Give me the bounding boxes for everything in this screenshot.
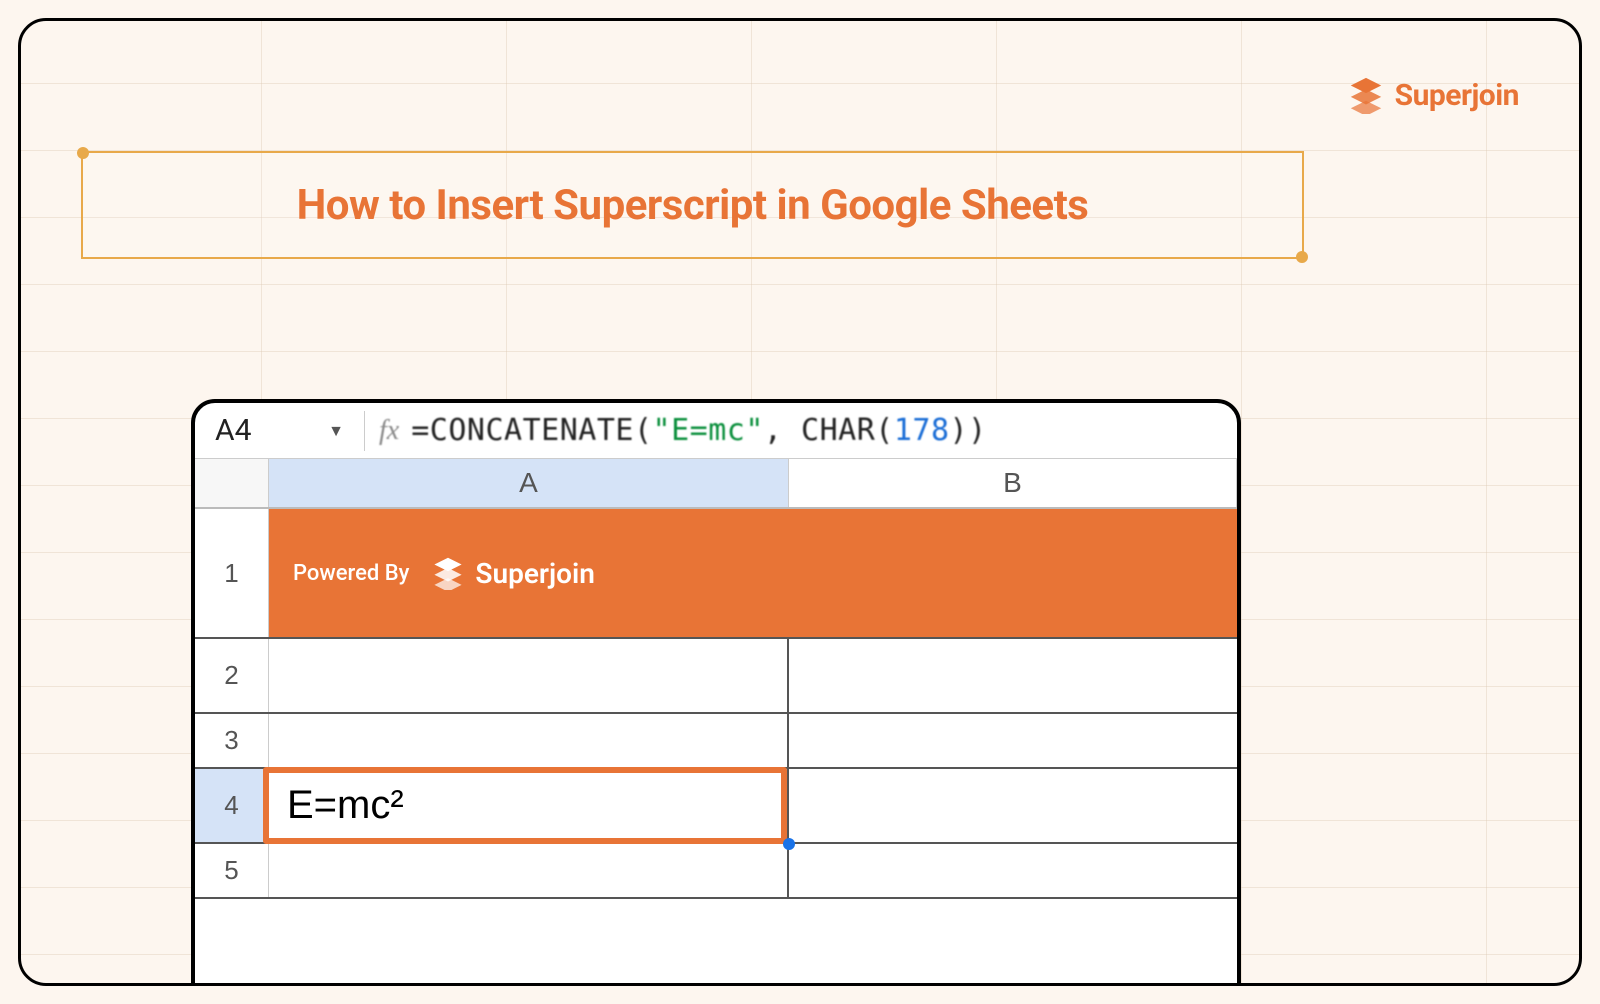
brand-logo: Superjoin: [1347, 76, 1519, 114]
banner-brand-name: Superjoin: [475, 557, 595, 590]
cell-b5[interactable]: [789, 844, 1237, 897]
formula-bar-row: A4 ▼ fx =CONCATENATE("E=mc", CHAR(178)): [195, 403, 1237, 459]
cell-a4-value: E=mc²: [287, 783, 404, 828]
row-header-2[interactable]: 2: [195, 639, 269, 712]
formula-close: ): [968, 413, 987, 448]
formula-open: (: [634, 413, 653, 448]
cell-a3[interactable]: [269, 714, 789, 767]
formula-fn: CONCATENATE: [430, 413, 634, 448]
name-box-value: A4: [215, 413, 251, 448]
cell-a1[interactable]: Powered By Superjoin: [269, 509, 789, 637]
row-header-4[interactable]: 4: [195, 769, 269, 842]
column-header-a[interactable]: A: [269, 459, 789, 507]
selection-handle-icon: [77, 147, 89, 159]
table-row: 5: [195, 844, 1237, 899]
column-headers: A B: [195, 459, 1237, 509]
formula-prefix: =: [411, 413, 430, 448]
row-header-1[interactable]: 1: [195, 509, 269, 637]
formula-arg1: "E=mc": [653, 413, 764, 448]
powered-by-label: Powered By: [293, 561, 409, 586]
fx-icon: fx: [373, 415, 411, 447]
selection-fill-handle-icon[interactable]: [783, 838, 795, 850]
formula-arg2: 178: [894, 413, 950, 448]
column-header-b[interactable]: B: [789, 459, 1237, 507]
cell-b1[interactable]: [789, 509, 1237, 637]
select-all-corner[interactable]: [195, 459, 269, 507]
superjoin-icon: [1347, 76, 1385, 114]
cell-a5[interactable]: [269, 844, 789, 897]
divider: [364, 411, 365, 451]
banner-logo: Superjoin: [431, 556, 595, 590]
formula-fn2: CHAR: [801, 413, 875, 448]
row-header-5[interactable]: 5: [195, 844, 269, 897]
card-frame: Superjoin How to Insert Superscript in G…: [18, 18, 1582, 986]
dropdown-caret-icon: ▼: [328, 421, 344, 441]
brand-name: Superjoin: [1395, 78, 1519, 113]
cell-a2[interactable]: [269, 639, 789, 712]
title-box: How to Insert Superscript in Google Shee…: [81, 151, 1304, 259]
cell-b3[interactable]: [789, 714, 1237, 767]
table-row: 4 E=mc²: [195, 769, 1237, 844]
cell-a4[interactable]: E=mc²: [269, 769, 789, 842]
superjoin-icon: [431, 556, 465, 590]
page-title: How to Insert Superscript in Google Shee…: [297, 181, 1089, 230]
table-row: 2: [195, 639, 1237, 714]
spreadsheet-panel: A4 ▼ fx =CONCATENATE("E=mc", CHAR(178)) …: [191, 399, 1241, 986]
table-row: 1 Powered By Superjoin: [195, 509, 1237, 639]
powered-by-banner: Powered By Superjoin: [287, 556, 595, 590]
table-row: 3: [195, 714, 1237, 769]
cell-b2[interactable]: [789, 639, 1237, 712]
formula-input[interactable]: =CONCATENATE("E=mc", CHAR(178)): [411, 413, 986, 448]
formula-close2: ): [950, 413, 969, 448]
formula-open2: (: [875, 413, 894, 448]
formula-comma: ,: [764, 413, 801, 448]
cell-b4[interactable]: [789, 769, 1237, 842]
row-header-3[interactable]: 3: [195, 714, 269, 767]
selection-handle-icon: [1296, 251, 1308, 263]
name-box[interactable]: A4 ▼: [201, 413, 356, 448]
